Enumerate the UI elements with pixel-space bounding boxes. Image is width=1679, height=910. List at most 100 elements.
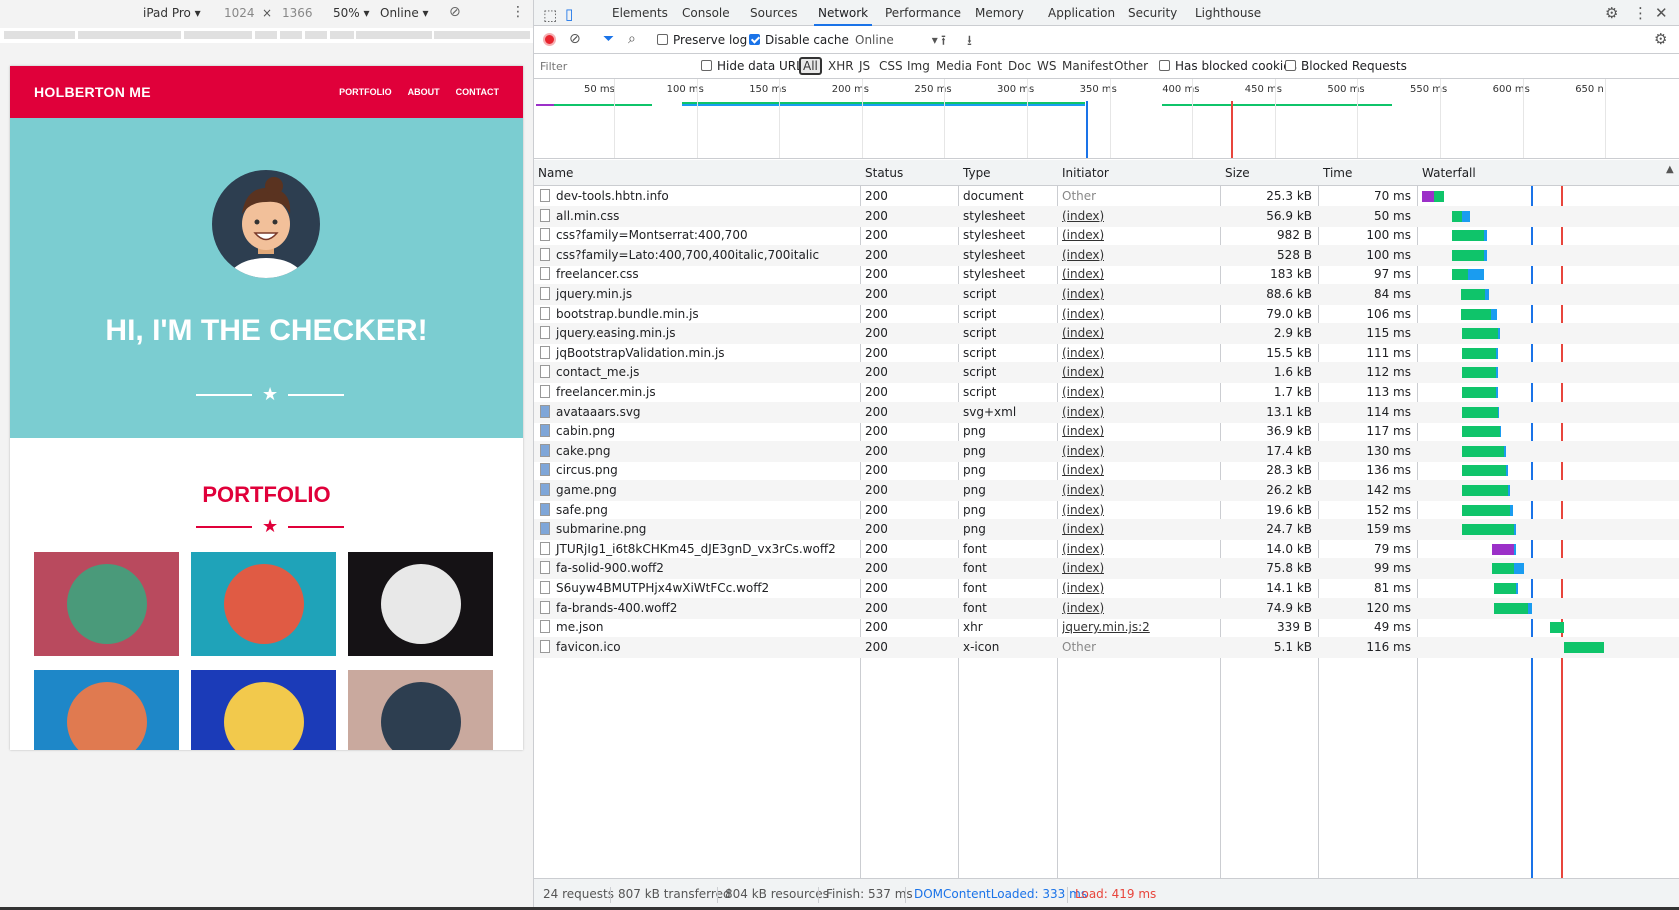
request-initiator[interactable]: (index) xyxy=(1062,405,1104,419)
close-devtools-icon[interactable]: ✕ xyxy=(1655,0,1668,26)
request-row[interactable]: JTURjIg1_i6t8kCHKm45_dJE3gnD_vx3rCs.woff… xyxy=(534,539,1679,560)
request-row[interactable]: fa-brands-400.woff2 200 font (index) 74.9 kB… xyxy=(534,597,1679,619)
request-initiator[interactable]: (index) xyxy=(1062,267,1104,281)
clear-icon[interactable]: ⊘ xyxy=(569,31,581,47)
tab-memory[interactable]: Memory xyxy=(975,0,1024,26)
request-initiator[interactable]: (index) xyxy=(1062,424,1104,438)
request-row[interactable]: cabin.png 200 png (index) 36.9 kB 117 ms xyxy=(534,421,1679,442)
request-initiator[interactable]: (index) xyxy=(1062,307,1104,321)
column-header-status[interactable]: Status xyxy=(865,166,903,180)
request-row[interactable]: fa-solid-900.woff2 200 font (index) 75.8 kB 9… xyxy=(534,558,1679,580)
request-row[interactable]: css?family=Lato:400,700,400italic,700ita… xyxy=(534,244,1679,266)
settings-gear-icon[interactable]: ⚙ xyxy=(1605,0,1618,26)
tab-performance[interactable]: Performance xyxy=(885,0,961,26)
request-initiator[interactable]: (index) xyxy=(1062,228,1104,242)
filter-input[interactable] xyxy=(536,56,686,76)
request-initiator[interactable]: (index) xyxy=(1062,503,1104,517)
timeline-overview[interactable]: 50 ms 100 ms 150 ms 200 ms 250 ms 300 ms 350 m… xyxy=(534,79,1679,159)
type-filter-img[interactable]: Img xyxy=(907,59,930,73)
preserve-log-checkbox[interactable]: Preserve log xyxy=(657,33,747,47)
tab-security[interactable]: Security xyxy=(1128,0,1177,26)
zoom-select[interactable]: 50% ▾ xyxy=(333,6,370,20)
nav-link-about[interactable]: ABOUT xyxy=(408,87,440,97)
hide-data-urls-checkbox[interactable]: Hide data URLs xyxy=(701,59,809,73)
throttling-select[interactable]: Online ▾ xyxy=(855,33,938,47)
request-row[interactable]: all.min.css 200 stylesheet (index) 56.9 kB 50… xyxy=(534,205,1679,227)
throttle-select[interactable]: Online ▾ xyxy=(380,6,429,20)
network-settings-icon[interactable]: ⚙ xyxy=(1654,30,1667,48)
type-filter-other[interactable]: Other xyxy=(1114,59,1148,73)
more-options-icon[interactable]: ⋮ xyxy=(1633,0,1648,26)
type-filter-font[interactable]: Font xyxy=(976,59,1002,73)
request-row[interactable]: jquery.min.js 200 script (index) 88.6 kB 84 m… xyxy=(534,284,1679,305)
search-icon[interactable]: ⌕ xyxy=(628,31,636,47)
site-brand[interactable]: HOLBERTON ME xyxy=(34,84,323,100)
type-filter-doc[interactable]: Doc xyxy=(1008,59,1031,73)
device-select[interactable]: iPad Pro ▾ xyxy=(143,6,201,20)
blocked-requests-checkbox[interactable]: Blocked Requests xyxy=(1285,59,1407,73)
request-initiator[interactable]: jquery.min.js:2 xyxy=(1062,620,1150,634)
request-row[interactable]: favicon.ico 200 x-icon Other 5.1 kB 116 ms xyxy=(534,636,1679,658)
request-initiator[interactable]: (index) xyxy=(1062,209,1104,223)
type-filter-media[interactable]: Media xyxy=(936,59,972,73)
type-filter-manifest[interactable]: Manifest xyxy=(1062,59,1113,73)
request-initiator[interactable]: (index) xyxy=(1062,248,1104,262)
tab-elements[interactable]: Elements xyxy=(612,0,668,26)
request-row[interactable]: dev-tools.hbtn.info 200 document Other 25.3 … xyxy=(534,186,1679,207)
portfolio-tile-cake[interactable] xyxy=(191,552,336,656)
type-filter-css[interactable]: CSS xyxy=(879,59,903,73)
request-row[interactable]: game.png 200 png (index) 26.2 kB 142 ms xyxy=(534,480,1679,501)
width-input[interactable]: 1024 xyxy=(224,6,255,20)
request-initiator[interactable]: (index) xyxy=(1062,326,1104,340)
request-row[interactable]: css?family=Montserrat:400,700 200 styleshe… xyxy=(534,225,1679,246)
column-header-size[interactable]: Size xyxy=(1225,166,1250,180)
tab-network[interactable]: Network xyxy=(814,0,873,26)
download-har-icon[interactable]: ⭳ xyxy=(967,30,972,54)
column-header-initiator[interactable]: Initiator xyxy=(1062,166,1109,180)
request-row[interactable]: bootstrap.bundle.min.js 200 script (index) 7… xyxy=(534,304,1679,325)
nav-link-portfolio[interactable]: PORTFOLIO xyxy=(339,87,392,97)
request-initiator[interactable]: (index) xyxy=(1062,287,1104,301)
inspect-element-icon[interactable]: ⬚ xyxy=(543,2,557,28)
disable-cache-checkbox[interactable]: Disable cache xyxy=(749,33,849,47)
request-initiator[interactable]: (index) xyxy=(1062,385,1104,399)
portfolio-tile-circus[interactable] xyxy=(348,552,493,656)
type-filter-js[interactable]: JS xyxy=(859,59,870,73)
portfolio-tile-safe[interactable] xyxy=(191,670,336,750)
column-header-name[interactable]: Name xyxy=(538,166,573,180)
request-row[interactable]: avataaars.svg 200 svg+xml (index) 13.1 kB 114… xyxy=(534,401,1679,423)
filter-icon[interactable]: ⏷ xyxy=(603,31,614,47)
tab-console[interactable]: Console xyxy=(682,0,730,26)
request-row[interactable]: circus.png 200 png (index) 28.3 kB 136 ms xyxy=(534,460,1679,481)
nav-link-contact[interactable]: CONTACT xyxy=(456,87,499,97)
request-row[interactable]: freelancer.css 200 stylesheet (index) 183 kB… xyxy=(534,264,1679,285)
request-row[interactable]: cake.png 200 png (index) 17.4 kB 130 ms xyxy=(534,440,1679,462)
request-row[interactable]: contact_me.js 200 script (index) 1.6 kB 112 m… xyxy=(534,362,1679,384)
request-row[interactable]: freelancer.min.js 200 script (index) 1.7 kB 1… xyxy=(534,382,1679,403)
device-toggle-icon[interactable]: ▯ xyxy=(565,1,573,27)
tab-sources[interactable]: Sources xyxy=(750,0,797,26)
type-filter-ws[interactable]: WS xyxy=(1037,59,1056,73)
rotate-icon[interactable]: ⊘ xyxy=(449,4,461,20)
type-filter-xhr[interactable]: XHR xyxy=(828,59,854,73)
height-input[interactable]: 1366 xyxy=(282,6,313,20)
tab-lighthouse[interactable]: Lighthouse xyxy=(1195,0,1261,26)
tab-application[interactable]: Application xyxy=(1048,0,1115,26)
request-initiator[interactable]: (index) xyxy=(1062,522,1104,536)
portfolio-tile-cabin[interactable] xyxy=(34,552,179,656)
request-initiator[interactable]: (index) xyxy=(1062,542,1104,556)
request-initiator[interactable]: (index) xyxy=(1062,365,1104,379)
record-icon[interactable] xyxy=(543,33,556,46)
request-initiator[interactable]: (index) xyxy=(1062,561,1104,575)
request-initiator[interactable]: (index) xyxy=(1062,581,1104,595)
request-initiator[interactable]: (index) xyxy=(1062,444,1104,458)
sort-ascending-icon[interactable]: ▲ xyxy=(1666,164,1674,175)
column-header-waterfall[interactable]: Waterfall xyxy=(1422,166,1476,180)
request-row[interactable]: submarine.png 200 png (index) 24.7 kB 159 ms xyxy=(534,519,1679,541)
request-row[interactable]: jquery.easing.min.js 200 script (index) 2.9 … xyxy=(534,323,1679,345)
request-row[interactable]: safe.png 200 png (index) 19.6 kB 152 ms xyxy=(534,500,1679,521)
request-initiator[interactable]: (index) xyxy=(1062,463,1104,477)
column-header-type[interactable]: Type xyxy=(963,166,991,180)
request-row[interactable]: jqBootstrapValidation.min.js 200 script (in… xyxy=(534,343,1679,364)
request-initiator[interactable]: (index) xyxy=(1062,346,1104,360)
